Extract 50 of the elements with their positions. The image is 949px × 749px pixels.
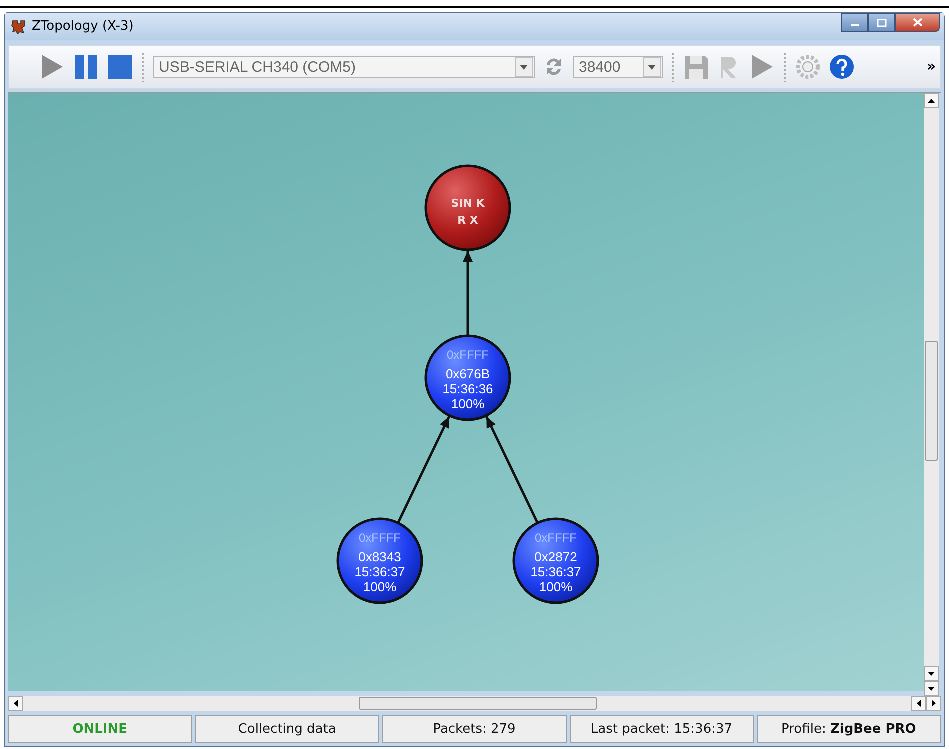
- node-label: 0x2872: [534, 549, 578, 564]
- baud-dropdown[interactable]: 38400: [573, 56, 663, 78]
- node-label: 0xFFFF: [447, 348, 489, 362]
- status-field: Last packet: 15:36:37: [570, 715, 754, 743]
- node-label: 15:36:37: [354, 564, 406, 580]
- stop-icon[interactable]: [107, 53, 133, 81]
- scroll-left-icon[interactable]: [916, 700, 920, 707]
- minimize-button[interactable]: [841, 13, 868, 32]
- scroll-left-icon[interactable]: [14, 700, 18, 707]
- play-icon[interactable]: [39, 53, 65, 81]
- close-icon: [912, 18, 922, 27]
- status-field: Profile: ZigBee PRO: [756, 715, 942, 743]
- status-field: Collecting data: [195, 715, 380, 743]
- port-dropdown[interactable]: USB-SERIAL CH340 (COM5): [153, 56, 535, 78]
- network-node[interactable]: [336, 518, 424, 604]
- node-label: 100%: [539, 579, 573, 594]
- pause-icon[interactable]: [73, 53, 99, 81]
- app-logo-icon: [11, 18, 27, 34]
- node-label: 0xFFFF: [535, 531, 577, 546]
- window-title: ZTopology (X-3): [32, 19, 134, 34]
- maximize-button[interactable]: [868, 13, 895, 32]
- status-field: Packets: 279: [382, 715, 567, 743]
- scroll-down-icon[interactable]: [928, 686, 935, 690]
- scroll-down-icon[interactable]: [928, 672, 935, 676]
- network-node[interactable]: [424, 334, 512, 422]
- scroll-thumb[interactable]: [359, 697, 597, 710]
- play-icon[interactable]: [749, 53, 775, 81]
- scroll-up-icon[interactable]: [928, 98, 935, 102]
- node-label: 15:36:36: [442, 381, 494, 396]
- network-node[interactable]: [512, 518, 600, 604]
- maximize-icon: [876, 18, 886, 26]
- close-button[interactable]: [895, 13, 940, 32]
- overflow-button[interactable]: »: [926, 59, 936, 75]
- scroll-right-icon[interactable]: [932, 700, 936, 707]
- node-label: 0xFFFF: [359, 531, 401, 546]
- network-node[interactable]: [424, 164, 512, 252]
- dropdown-arrow-icon: [520, 64, 528, 70]
- status-field: ONLINE: [8, 715, 192, 743]
- dropdown-arrow-icon: [648, 64, 656, 70]
- node-label: R X: [458, 214, 478, 228]
- node-label: SIN K: [451, 197, 485, 210]
- node-label: 100%: [451, 396, 485, 412]
- node-label: 0x8343: [358, 549, 402, 564]
- node-label: 15:36:37: [530, 564, 582, 580]
- horizontal-scrollbar[interactable]: [8, 696, 941, 711]
- node-label: 100%: [363, 579, 397, 594]
- vertical-scrollbar[interactable]: [924, 93, 939, 696]
- help-icon[interactable]: [829, 54, 855, 80]
- scroll-thumb[interactable]: [925, 341, 938, 461]
- node-label: 0x676B: [446, 366, 490, 382]
